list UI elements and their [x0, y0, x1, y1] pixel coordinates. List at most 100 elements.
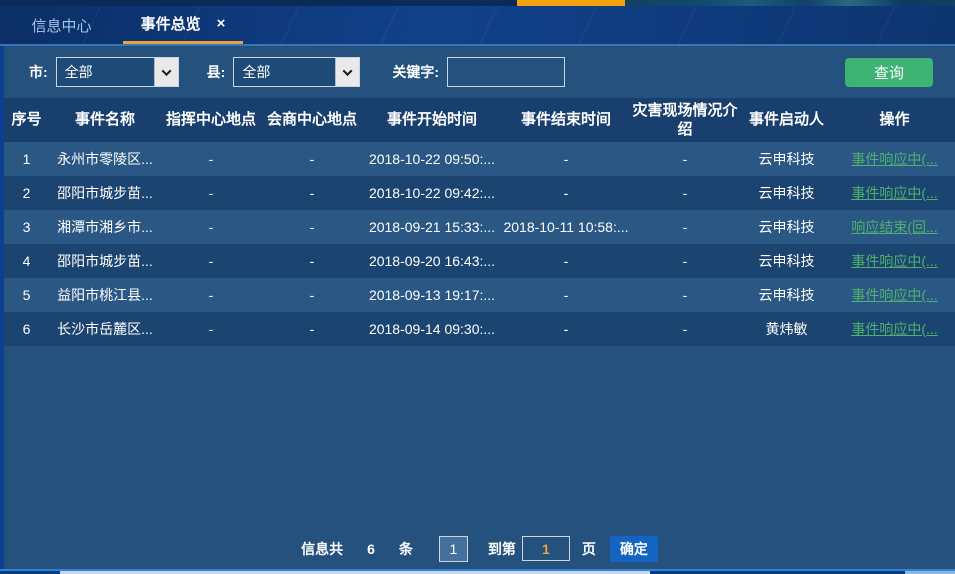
city-select-value: 全部 — [57, 58, 154, 86]
column-header-command-center: 指挥中心地点 — [161, 98, 261, 142]
table-row: 6 长沙市岳麓区... - - 2018-09-14 09:30:... - -… — [4, 312, 955, 346]
cell-consult-center: - — [261, 278, 363, 312]
cell-initiator: 黄炜敏 — [739, 312, 834, 346]
cell-consult-center: - — [261, 142, 363, 176]
cell-start-time: 2018-09-21 15:33:... — [363, 210, 501, 244]
column-header-no: 序号 — [4, 98, 49, 142]
cell-command-center: - — [161, 142, 261, 176]
confirm-button[interactable]: 确定 — [610, 536, 658, 562]
tab-bar: 信息中心 事件总览 × — [0, 6, 955, 44]
keyword-input[interactable] — [447, 57, 565, 87]
column-header-action: 操作 — [834, 98, 955, 142]
cell-consult-center: - — [261, 244, 363, 278]
page-number-button[interactable]: 1 — [439, 536, 468, 562]
cell-intro: - — [631, 278, 739, 312]
cell-initiator: 云申科技 — [739, 210, 834, 244]
cell-event-name: 益阳市桃江县... — [49, 278, 161, 312]
cell-no: 5 — [4, 278, 49, 312]
tab-event-overview-label: 事件总览 — [141, 13, 201, 34]
content-panel: 市: 全部 县: 全部 关键字: 查询 序号 事件名称 指挥中心地点 会商中心地… — [0, 46, 955, 569]
cell-event-name: 邵阳市城步苗... — [49, 244, 161, 278]
cell-end-time: 2018-10-11 10:58:... — [501, 210, 631, 244]
table-row: 1 永州市零陵区... - - 2018-10-22 09:50:... - -… — [4, 142, 955, 176]
goto-label: 到第 — [488, 539, 516, 559]
cell-start-time: 2018-09-14 09:30:... — [363, 312, 501, 346]
column-header-consult-center: 会商中心地点 — [261, 98, 363, 142]
cell-action: 事件响应中(... — [834, 244, 955, 278]
column-header-initiator: 事件启动人 — [739, 98, 834, 142]
cell-initiator: 云申科技 — [739, 142, 834, 176]
total-prefix-label: 信息共 — [301, 539, 343, 559]
table-row: 2 邵阳市城步苗... - - 2018-10-22 09:42:... - -… — [4, 176, 955, 210]
event-action-link[interactable]: 事件响应中(... — [851, 149, 937, 169]
cell-start-time: 2018-10-22 09:42:... — [363, 176, 501, 210]
table-row: 3 湘潭市湘乡市... - - 2018-09-21 15:33:... 201… — [4, 210, 955, 244]
cell-command-center: - — [161, 210, 261, 244]
cell-action: 事件响应中(... — [834, 176, 955, 210]
cell-intro: - — [631, 244, 739, 278]
event-action-link[interactable]: 事件响应中(... — [851, 319, 937, 339]
county-label: 县: — [207, 62, 226, 82]
cell-intro: - — [631, 176, 739, 210]
goto-page-input[interactable] — [522, 536, 570, 561]
tab-info-center-label: 信息中心 — [31, 15, 91, 36]
city-select[interactable]: 全部 — [56, 57, 179, 87]
chevron-down-icon — [335, 58, 359, 86]
cell-event-name: 邵阳市城步苗... — [49, 176, 161, 210]
table-row: 4 邵阳市城步苗... - - 2018-09-20 16:43:... - -… — [4, 244, 955, 278]
cell-start-time: 2018-09-20 16:43:... — [363, 244, 501, 278]
filter-bar: 市: 全部 县: 全部 关键字: 查询 — [4, 46, 955, 98]
event-action-link[interactable]: 事件响应中(... — [851, 285, 937, 305]
city-label: 市: — [29, 62, 48, 82]
cell-no: 1 — [4, 142, 49, 176]
column-header-end-time: 事件结束时间 — [501, 98, 631, 142]
cell-event-name: 湘潭市湘乡市... — [49, 210, 161, 244]
unit-label: 条 — [399, 539, 413, 559]
event-action-link[interactable]: 响应结束(回... — [851, 217, 937, 237]
cell-end-time: - — [501, 142, 631, 176]
event-action-link[interactable]: 事件响应中(... — [851, 251, 937, 271]
table-row: 5 益阳市桃江县... - - 2018-09-13 19:17:... - -… — [4, 278, 955, 312]
keyword-label: 关键字: — [392, 62, 439, 82]
table-header-row: 序号 事件名称 指挥中心地点 会商中心地点 事件开始时间 事件结束时间 灾害现场… — [4, 98, 955, 142]
close-tab-icon[interactable]: × — [217, 16, 226, 31]
tab-info-center[interactable]: 信息中心 — [0, 6, 123, 44]
cell-no: 3 — [4, 210, 49, 244]
event-action-link[interactable]: 事件响应中(... — [851, 183, 937, 203]
total-count: 6 — [367, 541, 375, 557]
cell-command-center: - — [161, 176, 261, 210]
cell-no: 2 — [4, 176, 49, 210]
cell-end-time: - — [501, 176, 631, 210]
cell-consult-center: - — [261, 176, 363, 210]
cell-start-time: 2018-09-13 19:17:... — [363, 278, 501, 312]
cell-event-name: 永州市零陵区... — [49, 142, 161, 176]
column-header-event-name: 事件名称 — [49, 98, 161, 142]
cell-action: 事件响应中(... — [834, 142, 955, 176]
tab-event-overview[interactable]: 事件总览 × — [123, 6, 243, 44]
cell-end-time: - — [501, 278, 631, 312]
county-select[interactable]: 全部 — [233, 57, 360, 87]
cell-no: 6 — [4, 312, 49, 346]
cell-command-center: - — [161, 312, 261, 346]
cell-event-name: 长沙市岳麓区... — [49, 312, 161, 346]
table-body: 1 永州市零陵区... - - 2018-10-22 09:50:... - -… — [4, 142, 955, 346]
cell-action: 事件响应中(... — [834, 278, 955, 312]
column-header-intro: 灾害现场情况介绍 — [631, 98, 739, 142]
pagination-bar: 信息共 6 条 1 到第 页 确定 — [4, 533, 955, 569]
query-button[interactable]: 查询 — [845, 58, 933, 87]
cell-intro: - — [631, 210, 739, 244]
cell-end-time: - — [501, 312, 631, 346]
cell-command-center: - — [161, 278, 261, 312]
cell-initiator: 云申科技 — [739, 244, 834, 278]
chevron-down-icon — [154, 58, 178, 86]
cell-initiator: 云申科技 — [739, 176, 834, 210]
app-window: 信息中心 事件总览 × 市: 全部 县: 全部 关键字: 查询 — [0, 0, 955, 574]
cell-end-time: - — [501, 244, 631, 278]
cell-start-time: 2018-10-22 09:50:... — [363, 142, 501, 176]
cell-action: 事件响应中(... — [834, 312, 955, 346]
cell-consult-center: - — [261, 312, 363, 346]
cell-no: 4 — [4, 244, 49, 278]
empty-area — [4, 346, 955, 533]
cell-intro: - — [631, 142, 739, 176]
column-header-start-time: 事件开始时间 — [363, 98, 501, 142]
